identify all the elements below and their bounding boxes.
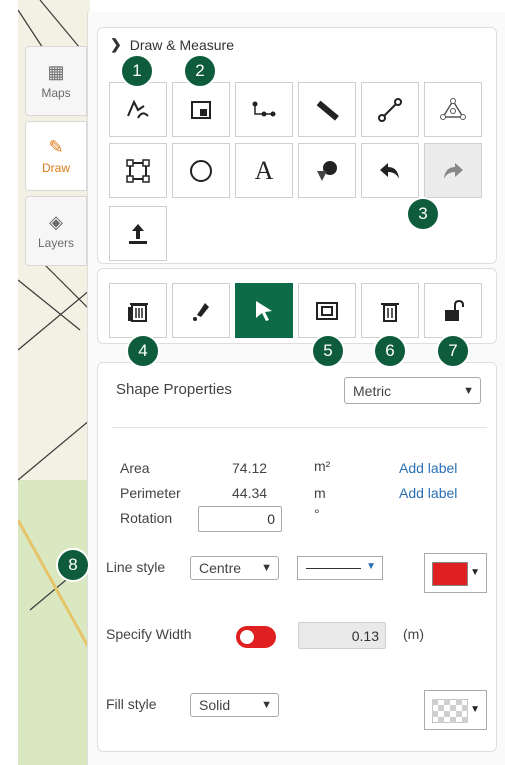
units-select-value: Metric: [353, 382, 392, 399]
rectangle-tool-icon: [191, 100, 211, 119]
fill-color-picker[interactable]: ▼: [424, 690, 487, 730]
specify-width-toggle[interactable]: [236, 626, 276, 648]
toggle-knob: [240, 630, 254, 644]
specify-width-label: Specify Width: [106, 626, 192, 642]
tab-draw-label: Draw: [41, 161, 70, 175]
chevron-right-icon: ❯: [110, 36, 122, 52]
tab-layers[interactable]: ◈ Layers: [25, 196, 87, 266]
shapes-tool-icon: [317, 160, 337, 181]
edit-vertices-button[interactable]: [172, 283, 230, 338]
line-style-value: Centre: [199, 560, 242, 576]
units-select[interactable]: Metric ▼: [344, 377, 481, 404]
perimeter-unit: m: [314, 485, 326, 501]
square-tool-button[interactable]: [109, 143, 167, 198]
edit-vertices-icon: [193, 302, 209, 321]
properties-divider: [112, 427, 487, 428]
polyline-measure-button[interactable]: [235, 82, 293, 137]
ruler-tool-button[interactable]: [298, 82, 356, 137]
callout-badge: 1: [120, 54, 154, 88]
redo-icon: [444, 162, 463, 179]
line-tool-button[interactable]: [361, 82, 419, 137]
delete-all-icon: [128, 302, 148, 322]
text-tool-icon: A: [254, 155, 274, 185]
callout-badge: 3: [406, 197, 440, 231]
line-color-swatch: [432, 562, 468, 586]
callout-badge: 4: [126, 334, 160, 368]
chevron-down-icon: ▼: [470, 704, 480, 715]
fill-style-label: Fill style: [106, 696, 157, 712]
width-unit: (m): [403, 626, 424, 642]
upload-icon: [129, 223, 147, 244]
circle-tool-button[interactable]: [172, 143, 230, 198]
area-value: 74.12: [232, 460, 268, 476]
area-add-label-link[interactable]: Add label: [399, 460, 457, 476]
map-strip: [0, 0, 18, 765]
unlock-icon: [445, 299, 464, 321]
map-icon: ▦: [47, 62, 65, 82]
tab-maps-label: Maps: [41, 86, 71, 100]
layers-icon: ◈: [49, 212, 63, 232]
circle-tool-icon: [190, 159, 212, 182]
line-style-select[interactable]: Centre ▼: [190, 556, 279, 580]
perimeter-value: 44.34: [232, 485, 268, 501]
area-unit: m²: [314, 458, 331, 474]
panel-header[interactable]: ❯ Draw & Measure: [110, 36, 234, 53]
rectangle-tool-button[interactable]: [172, 82, 230, 137]
line-pattern-select[interactable]: ▼: [297, 556, 383, 580]
tab-maps[interactable]: ▦ Maps: [25, 46, 87, 116]
rotation-unit: °: [314, 506, 320, 522]
delete-all-button[interactable]: [109, 283, 167, 338]
callout-badge: 8: [56, 548, 90, 582]
checkerboard-icon: [432, 699, 468, 723]
line-tool-icon: [378, 97, 402, 122]
undo-button[interactable]: [361, 143, 419, 198]
line-color-picker[interactable]: ▼: [424, 553, 487, 593]
chevron-down-icon: ▼: [261, 562, 272, 574]
select-box-button[interactable]: [298, 283, 356, 338]
polyline-measure-icon: [252, 101, 276, 116]
width-input[interactable]: 0.13: [298, 622, 386, 649]
shape-properties-title: Shape Properties: [116, 381, 232, 398]
tab-draw[interactable]: ✎ Draw: [25, 121, 87, 191]
select-box-icon: [316, 301, 338, 320]
line-pattern-preview: [306, 568, 361, 569]
unlock-button[interactable]: [424, 283, 482, 338]
callout-badge: 6: [373, 334, 407, 368]
square-tool-icon: [126, 158, 150, 183]
undo-icon: [380, 162, 399, 179]
delete-icon: [381, 302, 399, 322]
perimeter-label: Perimeter: [120, 485, 181, 501]
upload-button[interactable]: [109, 206, 167, 261]
polygon-tool-button[interactable]: [424, 82, 482, 137]
chevron-down-icon: ▼: [470, 567, 480, 578]
redo-button[interactable]: [424, 143, 482, 198]
delete-button[interactable]: [361, 283, 419, 338]
callout-badge: 7: [436, 334, 470, 368]
freehand-polygon-icon: [127, 99, 149, 118]
tab-layers-label: Layers: [37, 236, 75, 250]
rotation-input[interactable]: 0: [198, 506, 282, 532]
callout-badge: 5: [311, 334, 345, 368]
select-pointer-button[interactable]: [235, 283, 293, 338]
callout-badge: 2: [183, 54, 217, 88]
perimeter-add-label-link[interactable]: Add label: [399, 485, 457, 501]
pencil-icon: ✎: [48, 137, 64, 157]
freehand-tool-button[interactable]: [109, 82, 167, 137]
ruler-icon: [316, 100, 339, 121]
line-style-label: Line style: [106, 559, 166, 575]
area-label: Area: [120, 460, 150, 476]
select-pointer-icon: [256, 300, 272, 321]
polygon-tool-icon: [440, 97, 466, 120]
chevron-down-icon: ▼: [463, 384, 474, 397]
text-tool-button[interactable]: A: [235, 143, 293, 198]
shapes-tool-button[interactable]: [298, 143, 356, 198]
rotation-label: Rotation: [120, 510, 173, 526]
chevron-down-icon: ▼: [261, 699, 272, 711]
chevron-down-icon: ▼: [366, 561, 376, 572]
fill-style-select[interactable]: Solid ▼: [190, 693, 279, 717]
fill-style-value: Solid: [199, 697, 231, 713]
panel-title: Draw & Measure: [129, 36, 234, 53]
